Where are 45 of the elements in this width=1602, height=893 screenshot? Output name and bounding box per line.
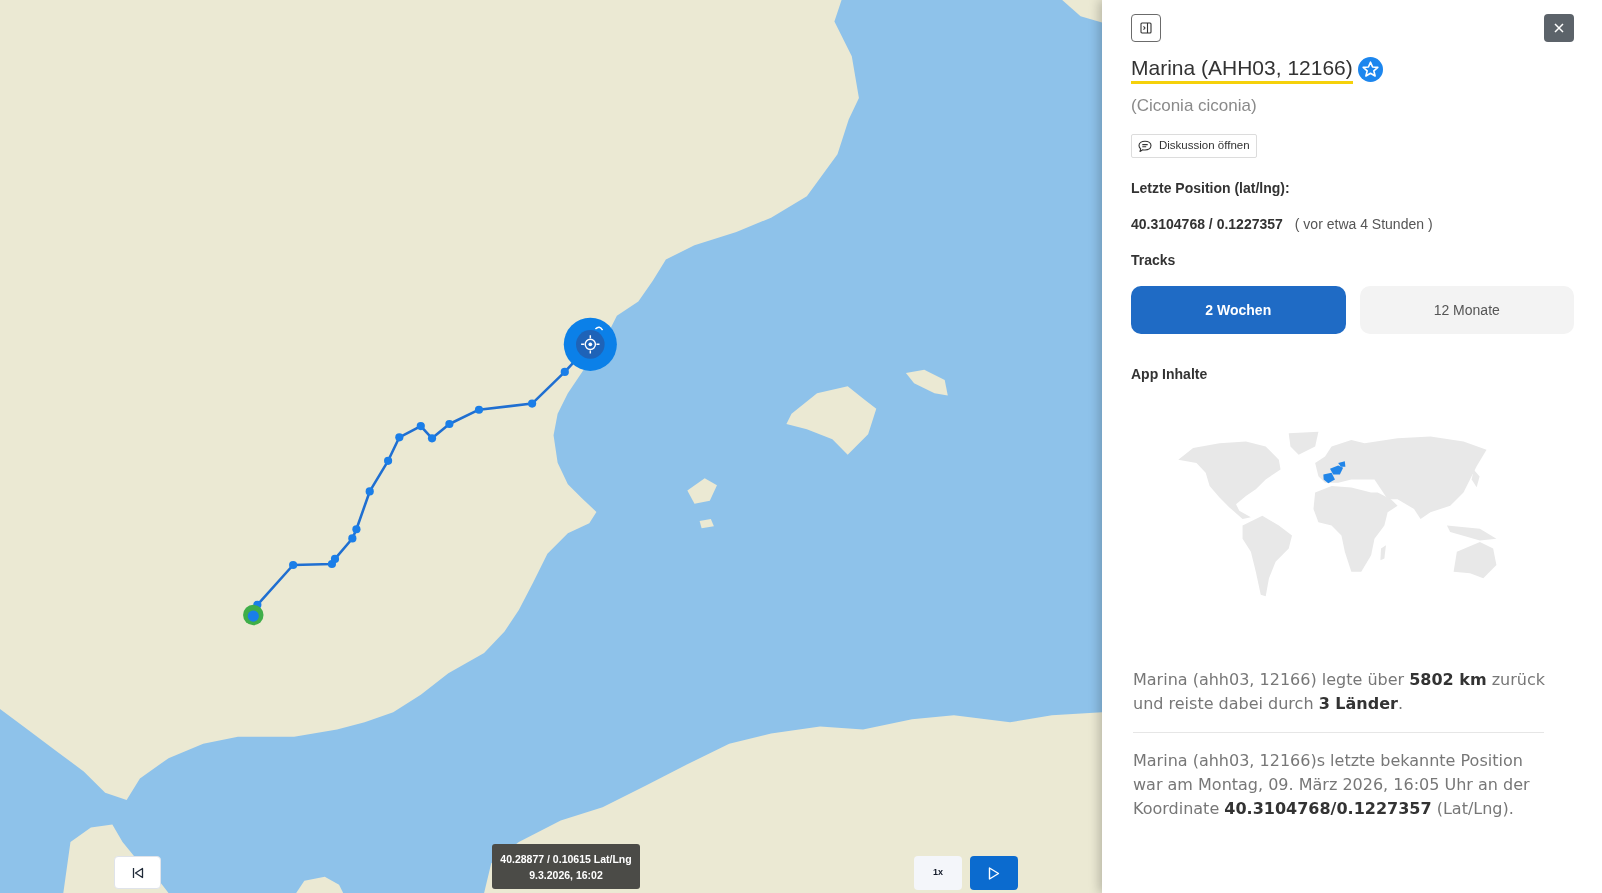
last-position-value: 40.3104768 / 0.1227357 [1131,215,1283,233]
track-point [474,405,484,414]
distance-summary: Marina (ahh03, 12166) legte über 5802 km zurück und reiste dabei durch 3 Länder. [1133,669,1547,715]
discussion-button[interactable]: Diskussion öffnen [1131,134,1257,158]
island-shape [905,369,948,396]
track-point [427,434,437,443]
play-button[interactable] [970,856,1018,890]
track-point [348,534,357,543]
track-point [560,367,569,376]
tooltip-coordinates: 40.28877 / 0.10615 Lat/Lng [500,851,632,866]
chat-icon [1138,139,1152,153]
island-shape [699,519,714,529]
track-point [384,456,393,465]
highlighted-country-shape [1323,472,1335,484]
last-position-label: Letzte Position (lat/lng): [1131,179,1290,197]
track-point [365,487,374,496]
track-range-tab[interactable]: 12 Monate [1359,286,1574,334]
tooltip-time: 9.3.2026, 16:02 [529,867,603,882]
tracks-label: Tracks [1131,251,1176,269]
track-point [395,433,404,442]
speed-button[interactable]: 1x [914,856,962,890]
rewind-button[interactable] [114,856,161,889]
track-point [445,419,454,429]
track-point [289,560,298,570]
sidebar-icon [1140,22,1152,34]
close-icon [1554,23,1564,33]
island-shape [687,478,717,504]
species-name: (Ciconia ciconia) [1131,96,1257,116]
land-area [296,876,344,893]
current-position-marker [563,317,617,371]
track-point [416,422,425,431]
start-marker [243,604,264,626]
panel-toggle-button[interactable] [1131,14,1161,42]
track-range-tab[interactable]: 2 Wochen [1131,286,1346,334]
app-content-heading: App Inhalte [1131,365,1208,383]
animal-name: Marina (AHH03, 12166) [1131,55,1353,84]
track-point [352,525,361,534]
last-position-summary: Marina (ahh03, 12166)s letzte bekannte Position war am Montag, 09. März 2026, 16:05 Uhr an der Koordinate 40.3104768/0.1227357 (Lat/Lng). [1133,750,1531,820]
relative-time: ( vor etwa 4 Stunden ) [1294,215,1433,233]
track-point [528,399,537,408]
close-button[interactable] [1544,14,1574,42]
skip-back-icon [131,866,144,879]
track-point [330,554,340,563]
land-area [1062,0,1102,23]
play-icon [988,866,1000,880]
